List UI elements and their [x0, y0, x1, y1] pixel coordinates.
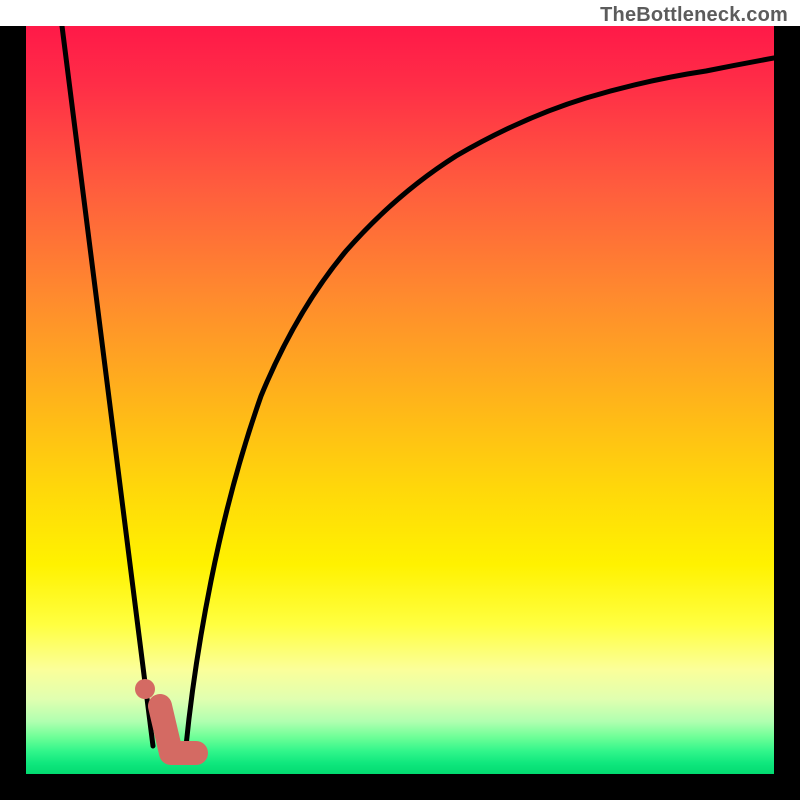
- left-line: [62, 26, 153, 746]
- chart-stage: TheBottleneck.com: [0, 0, 800, 800]
- watermark-text: TheBottleneck.com: [600, 4, 788, 27]
- plot-area: [26, 26, 774, 774]
- curves-layer: [26, 26, 774, 774]
- plot-frame: [0, 26, 800, 800]
- right-curve: [186, 58, 774, 746]
- marker-dot: [135, 679, 155, 699]
